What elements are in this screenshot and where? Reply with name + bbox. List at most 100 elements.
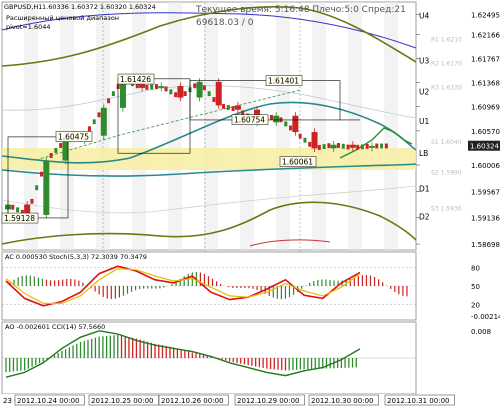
candle-body	[222, 104, 226, 109]
candle-body	[375, 143, 379, 149]
y-tick-label: 1.61767	[471, 55, 500, 63]
candle-body	[59, 143, 63, 148]
candle-body	[150, 84, 154, 90]
stoch-tick-label: -0.00214	[471, 313, 500, 321]
ao-cci-title: AO -0.002601 CCI(14) 57.5660	[5, 323, 105, 331]
candle-body	[308, 141, 312, 147]
faint-level-label: S3 1.5930	[431, 206, 462, 213]
candle-body	[380, 143, 384, 149]
candle-body	[311, 132, 318, 149]
candle-body	[100, 107, 107, 136]
faint-level-label: R3 1.6130	[431, 85, 462, 92]
candle-body	[11, 204, 15, 210]
candle-body	[193, 83, 197, 89]
candle-body	[284, 121, 288, 127]
x-tick: 2012.10.24 00:00	[14, 394, 85, 406]
server-info-line: Текущее время: 5:16:48 Плечо:5:0 Спред:2…	[195, 5, 406, 15]
price-tag: 1.60061	[282, 158, 313, 167]
faint-level-label: R2 1.6170	[431, 60, 462, 67]
candle-body	[49, 153, 53, 158]
level-label: U2	[419, 88, 429, 97]
current-price: 1.60324	[470, 143, 499, 151]
candle-body	[145, 85, 149, 90]
candle-body	[346, 144, 350, 150]
candle-body	[356, 144, 360, 150]
candle-body	[174, 92, 178, 98]
candle-body	[107, 98, 111, 104]
candle-body	[54, 148, 58, 153]
candle-body	[384, 143, 388, 149]
candle-body	[330, 144, 337, 149]
candle-body	[158, 86, 165, 88]
indicator-name: Расширенный ценовой диапазон	[6, 14, 119, 22]
y-tick-label: 1.61368	[471, 80, 500, 88]
symbol-label: GBPUSD,H1	[4, 3, 42, 11]
stripe	[60, 2, 74, 250]
stoch-tick-label: 20	[471, 302, 480, 310]
stripe	[276, 2, 290, 250]
candle-body	[92, 119, 96, 125]
y-tick-label: 1.62166	[471, 31, 500, 39]
time-axis: 23 02012.10.24 00:00 2012.10.25 00:00 2012…	[0, 394, 500, 408]
candle-body	[196, 81, 203, 98]
y-tick-label: 1.60006	[471, 162, 500, 170]
price-tag: 1.61401	[268, 77, 299, 86]
candle-body	[97, 112, 101, 118]
candle-body	[369, 145, 375, 148]
y-tick-label: 1.60570	[471, 128, 500, 136]
stoch-tick-label: 50	[471, 283, 480, 291]
candle-body	[226, 105, 230, 110]
candle-body	[212, 97, 216, 102]
ohlc-readout: 1.60336 1.60372 1.60320 1.60324	[42, 3, 156, 11]
candle-body	[43, 160, 50, 215]
stripe	[240, 2, 254, 250]
candle-body	[62, 140, 69, 161]
x-tick-label: 2012.10.25 00:00	[91, 397, 153, 405]
candle-body	[154, 84, 158, 89]
chart-canvas[interactable]: 1.60475 1.61426 1.61401 1.60754 1.60061 1.591…	[0, 0, 500, 408]
candle-body	[30, 198, 34, 204]
candle-body	[292, 115, 299, 133]
candle-body	[40, 171, 44, 177]
x-tick: 2012.10.25 00:00	[88, 394, 159, 406]
candle-body	[341, 143, 345, 149]
candle-body	[327, 143, 331, 149]
x-tick: 2012.10.31 00:00	[384, 394, 455, 406]
x-tick: 2012.10.30 00:00	[308, 394, 379, 406]
pivot-label: pivot=1.6044	[6, 23, 51, 31]
x-tick-label: 2012.10.26 00:00	[161, 397, 223, 405]
candle-body	[16, 207, 20, 213]
candle-body	[177, 86, 184, 98]
candle-body	[298, 133, 302, 139]
candle-body	[289, 125, 293, 131]
price-tag: 1.60754	[234, 116, 265, 125]
candle-body	[273, 115, 280, 123]
candle-body	[35, 185, 39, 191]
x-tick-label: 2012.10.31 00:00	[387, 397, 449, 405]
candle-body	[169, 89, 173, 95]
faint-level-label: R1 1.6210	[431, 36, 462, 43]
y-tick-label: 1.62495	[471, 11, 500, 19]
candle-body	[322, 144, 326, 149]
stochastic-title: AC 0.000530 Stoch(5,3,3) 72.3039 70.3479	[5, 253, 147, 261]
price-tag: 1.60475	[58, 133, 89, 142]
candle-body	[215, 81, 222, 106]
level-label: U4	[419, 11, 429, 20]
candle-body	[202, 85, 206, 91]
x-tick-label: 2012.10.29 00:00	[237, 397, 299, 405]
x-tick: 2012.10.29 00:00	[234, 394, 305, 406]
y-tick-label: 1.58698	[471, 241, 500, 249]
candle-body	[231, 106, 235, 112]
candle-body	[207, 91, 211, 97]
candle-body	[269, 114, 273, 120]
candle-body	[234, 105, 241, 110]
faint-level-label: S1 1.6040	[431, 139, 462, 146]
candle-body	[349, 144, 356, 148]
y-tick-label: 1.59567	[471, 189, 500, 197]
stripe	[168, 2, 182, 250]
ao-tick-label: 0.008	[471, 328, 491, 336]
y-tick-label: 1.60969	[471, 104, 500, 112]
ao-axis: 0.008	[471, 328, 491, 336]
candle-body	[336, 143, 340, 148]
faint-level-label: S2 1.5990	[431, 169, 462, 176]
